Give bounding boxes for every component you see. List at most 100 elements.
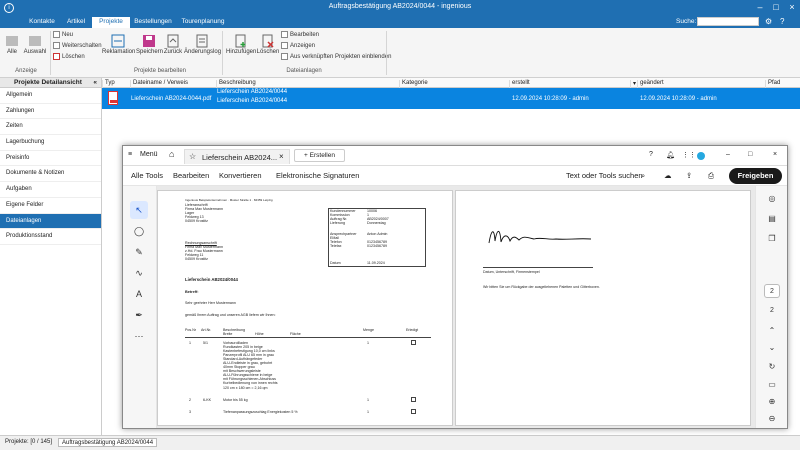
minimize-icon[interactable]: –	[754, 2, 766, 12]
verknuepft-checkbox[interactable]: Aus verknüpften Projekten einblenden	[281, 53, 391, 62]
select-cursor-icon[interactable]: ↖	[130, 201, 148, 219]
page-up-icon[interactable]: ⌃	[765, 324, 779, 338]
minimize-icon[interactable]: –	[726, 151, 730, 158]
divider	[386, 31, 387, 75]
rotate-icon[interactable]: ↻	[765, 360, 779, 374]
create-button[interactable]: + Erstellen	[294, 149, 345, 162]
apps-grid-icon[interactable]: ⋮⋮	[682, 151, 696, 159]
more-tools-icon[interactable]: ⋯	[130, 327, 148, 345]
collapse-icon[interactable]: «	[93, 78, 97, 88]
sidebar-item-aufgaben[interactable]: Aufgaben	[0, 182, 101, 198]
current-page-field[interactable]: 2	[764, 284, 780, 298]
star-icon[interactable]: ☆	[189, 152, 196, 161]
tab-bestellungen[interactable]: Bestellungen	[130, 17, 176, 28]
bearbeiten-button[interactable]: Bearbeiten	[281, 31, 319, 40]
page-down-icon[interactable]: ⌄	[765, 341, 779, 355]
col-erstellt[interactable]: erstellt	[509, 80, 636, 88]
filter-icon	[29, 36, 41, 46]
tool-konvertieren[interactable]: Konvertieren	[219, 171, 262, 180]
tab-artikel[interactable]: Artikel	[60, 17, 92, 28]
zoom-in-icon[interactable]: ⊕	[765, 395, 779, 409]
close-icon[interactable]: ×	[773, 151, 777, 158]
pos3-nr: 3	[189, 410, 191, 414]
window-title: Auftragsbestätigung AB2024/0044 - ingeni…	[328, 3, 472, 10]
speichern-button[interactable]: Speichern	[136, 34, 163, 55]
zoom-out-icon[interactable]: ⊖	[765, 412, 779, 426]
search-icon[interactable]: ⌕	[641, 171, 645, 181]
close-tab-icon[interactable]: ×	[279, 152, 284, 161]
status-tab[interactable]: Auftragsbestätigung AB2024/0044	[58, 438, 158, 447]
share-button[interactable]: Freigeben	[729, 168, 782, 184]
tool-bearbeiten[interactable]: Bearbeiten	[173, 171, 209, 180]
reklamation-button[interactable]: Reklamation	[102, 34, 135, 55]
sidebar-item-preisinfo[interactable]: Preisinfo	[0, 151, 101, 167]
zurueck-button[interactable]: Zurück	[163, 34, 183, 55]
help-icon[interactable]: ?	[780, 17, 784, 26]
organize-pages-icon[interactable]: ▤	[765, 212, 779, 226]
text-box-icon[interactable]: A	[130, 285, 148, 303]
tool-alle-tools[interactable]: Alle Tools	[131, 171, 163, 180]
maximize-icon[interactable]: □	[770, 2, 782, 12]
col-dateiname[interactable]: Dateiname / Verweis	[130, 80, 188, 88]
sidebar-item-eigene-felder[interactable]: Eigene Felder	[0, 198, 101, 214]
greeting: Sehr geehrter Herr Mustermann	[185, 301, 236, 305]
comments-panel-icon[interactable]: ◎	[765, 192, 779, 206]
loeschen-button[interactable]: Löschen	[53, 53, 85, 62]
row-created: 12.09.2024 10:28:09 - admin	[512, 96, 589, 102]
viewer-menu[interactable]: Menü	[140, 151, 158, 158]
close-icon[interactable]: ×	[786, 2, 798, 12]
stamp-icon[interactable]: ✒	[130, 306, 148, 324]
sidebar-item-lagerbuchung[interactable]: Lagerbuchung	[0, 135, 101, 151]
attachment-loeschen-button[interactable]: Löschen	[256, 34, 280, 55]
sidebar-header: Projekte Detailansicht «	[0, 78, 101, 88]
hamburger-icon[interactable]: ≡	[128, 151, 132, 158]
weiterschalten-button[interactable]: Weiterschalten	[53, 42, 102, 51]
aenderungslog-button[interactable]: Änderungslog	[184, 34, 221, 55]
tool-search[interactable]: Text oder Tools suchen	[566, 171, 643, 180]
col-typ[interactable]: Typ	[102, 80, 115, 88]
sidebar-item-allgemein[interactable]: Allgemein	[0, 88, 101, 104]
tool-signaturen[interactable]: Elektronische Signaturen	[276, 171, 359, 180]
maximize-icon[interactable]: □	[748, 151, 752, 158]
sidebar-item-produktionsstand[interactable]: Produktionsstand	[0, 229, 101, 245]
col-beschreibung[interactable]: Beschreibung	[216, 80, 256, 88]
avatar[interactable]	[697, 152, 705, 160]
search-input[interactable]	[697, 17, 759, 26]
th-breite: Breite	[223, 332, 233, 336]
tab-kontakte[interactable]: Kontakte	[24, 17, 60, 28]
sidebar-item-zahlungen[interactable]: Zahlungen	[0, 104, 101, 120]
sidebar-item-zeiten[interactable]: Zeiten	[0, 119, 101, 136]
lasso-icon[interactable]: ∿	[130, 264, 148, 282]
neu-button[interactable]: Neu	[53, 31, 73, 40]
comment-icon[interactable]: ◯	[130, 222, 148, 240]
document-tab[interactable]: ☆ Lieferschein AB2024... ×	[184, 149, 290, 164]
return-note: Wir bitten Sie um Rückgabe der ausgelieh…	[483, 285, 600, 289]
group-projekte-bearbeiten: Projekte bearbeiten	[133, 68, 187, 74]
tab-projekte[interactable]: Projekte	[92, 17, 130, 28]
save-cloud-icon[interactable]: ☁	[664, 171, 672, 180]
bell-icon[interactable]: 🔔︎	[666, 151, 675, 159]
group-dateianlagen: Dateianlagen	[286, 68, 322, 74]
auswahl-button[interactable]: Auswahl	[22, 34, 48, 55]
upload-icon[interactable]: ⇪	[686, 171, 692, 180]
sort-desc-icon[interactable]: ▾	[630, 80, 636, 88]
tab-tourenplanung[interactable]: Tourenplanung	[176, 17, 230, 28]
hinzufuegen-button[interactable]: Hinzufügen	[226, 34, 256, 55]
pen-icon[interactable]: ✎	[130, 243, 148, 261]
col-pfad[interactable]: Pfad	[765, 80, 780, 88]
sidebar-item-dokumente[interactable]: Dokumente & Notizen	[0, 166, 101, 183]
settings-icon[interactable]: ⚙	[765, 17, 772, 26]
sidebar-item-dateianlagen[interactable]: Dateianlagen	[0, 213, 101, 230]
edit-icon	[281, 31, 288, 38]
document-icon[interactable]: ▭	[765, 378, 779, 392]
home-icon[interactable]: ⌂	[169, 149, 174, 159]
help-circle-icon[interactable]: ?	[649, 151, 653, 158]
copy-pages-icon[interactable]: ❐	[765, 232, 779, 246]
anzeigen-button[interactable]: Anzeigen	[281, 42, 315, 51]
print-icon[interactable]: ⎙	[708, 171, 714, 181]
table-row[interactable]: Lieferschein AB2024-0044.pdf Lieferschei…	[102, 88, 800, 109]
col-geaendert[interactable]: geändert	[637, 80, 664, 88]
alle-button[interactable]: Alle	[4, 34, 20, 55]
status-bar: Projekte: [0 / 145] Auftragsbestätigung …	[0, 435, 800, 450]
col-kategorie[interactable]: Kategorie	[399, 80, 428, 88]
